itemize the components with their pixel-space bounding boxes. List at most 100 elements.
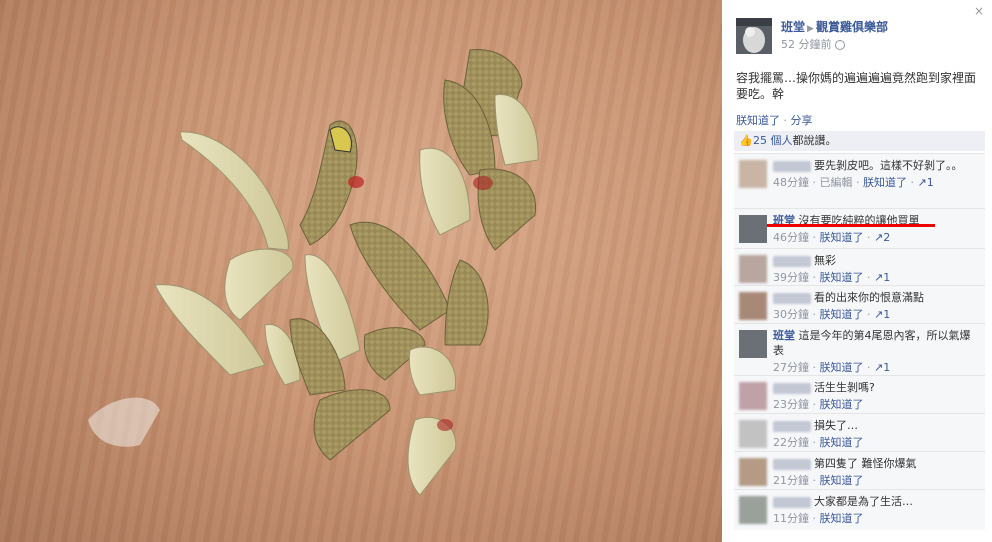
post-photo[interactable] bbox=[0, 0, 722, 542]
post-header: 班堂 ▶ 觀賞雞俱樂部 52 分鐘前 bbox=[736, 18, 976, 58]
commenter-avatar[interactable] bbox=[739, 496, 767, 524]
separator-dot: · bbox=[809, 398, 820, 411]
blurred-commenter-name[interactable] bbox=[773, 458, 811, 470]
comment-like-link[interactable]: 朕知道了 bbox=[863, 176, 907, 189]
arrow-right-icon: ▶ bbox=[807, 24, 814, 34]
separator-dot: · bbox=[863, 308, 874, 321]
likes-summary: 👍25 個人都說讚。 bbox=[734, 131, 985, 151]
comment-body: 大家都是為了生活… 11分鐘 · 朕知道了 bbox=[773, 494, 978, 526]
separator-dot: · bbox=[852, 176, 863, 189]
commenter-avatar[interactable] bbox=[739, 255, 767, 283]
comment-time[interactable]: 21分鐘 bbox=[773, 474, 809, 487]
comment-row: 要先剝皮吧。這樣不好剝了。。 48分鐘 · 已編輯 · 朕知道了 · ↗1 bbox=[734, 153, 985, 209]
commenter-avatar[interactable] bbox=[739, 160, 767, 188]
group-name[interactable]: 觀賞雞俱樂部 bbox=[816, 20, 888, 34]
comment-text: 大家都是為了生活… bbox=[814, 495, 913, 508]
like-arrow-icon[interactable]: ↗ bbox=[874, 231, 883, 244]
close-icon[interactable]: × bbox=[974, 4, 984, 18]
blurred-commenter-name[interactable] bbox=[773, 382, 811, 394]
comment-row: 大家都是為了生活… 11分鐘 · 朕知道了 bbox=[734, 489, 985, 530]
comment-like-count[interactable]: 2 bbox=[883, 231, 890, 244]
comment-row: 損失了… 22分鐘 · 朕知道了 bbox=[734, 413, 985, 452]
comment-meta: 39分鐘 · 朕知道了 · ↗1 bbox=[773, 270, 978, 285]
comment-text: 第四隻了 難怪你爆氣 bbox=[814, 457, 917, 470]
snake-pieces-illustration bbox=[88, 49, 539, 496]
comment-like-count[interactable]: 1 bbox=[883, 361, 890, 374]
comment-like-count[interactable]: 1 bbox=[883, 308, 890, 321]
author-avatar[interactable] bbox=[736, 18, 772, 54]
post-time[interactable]: 52 分鐘前 bbox=[781, 38, 832, 51]
comment-line: 大家都是為了生活… bbox=[773, 494, 978, 509]
comment-body: 活生生剝嗎? 23分鐘 · 朕知道了 bbox=[773, 380, 978, 412]
edited-label[interactable]: 已編輯 bbox=[820, 176, 853, 189]
comment-body: 損失了… 22分鐘 · 朕知道了 bbox=[773, 418, 978, 450]
comment-like-link[interactable]: 朕知道了 bbox=[820, 271, 864, 284]
share-link[interactable]: 分享 bbox=[791, 114, 813, 127]
commenter-avatar[interactable] bbox=[739, 330, 767, 358]
commenter-avatar[interactable] bbox=[739, 292, 767, 320]
comment-time[interactable]: 48分鐘 bbox=[773, 176, 809, 189]
separator-dot: · bbox=[809, 512, 820, 525]
commenter-avatar[interactable] bbox=[739, 215, 767, 243]
comment-body: 第四隻了 難怪你爆氣 21分鐘 · 朕知道了 bbox=[773, 456, 978, 488]
comment-like-link[interactable]: 朕知道了 bbox=[820, 308, 864, 321]
blurred-commenter-name[interactable] bbox=[773, 420, 811, 432]
like-arrow-icon[interactable]: ↗ bbox=[918, 176, 927, 189]
comment-meta: 48分鐘 · 已編輯 · 朕知道了 · ↗1 bbox=[773, 175, 978, 190]
comment-like-link[interactable]: 朕知道了 bbox=[820, 474, 864, 487]
comment-row: 活生生剝嗎? 23分鐘 · 朕知道了 bbox=[734, 375, 985, 414]
comment-like-link[interactable]: 朕知道了 bbox=[820, 512, 864, 525]
blurred-commenter-name[interactable] bbox=[773, 255, 811, 267]
separator-dot: · bbox=[809, 436, 820, 449]
commenter-avatar[interactable] bbox=[739, 420, 767, 448]
comment-like-link[interactable]: 朕知道了 bbox=[820, 398, 864, 411]
comment-like-count[interactable]: 1 bbox=[927, 176, 934, 189]
comment-meta: 22分鐘 · 朕知道了 bbox=[773, 435, 978, 450]
commenter-name[interactable]: 班堂 bbox=[773, 329, 795, 342]
separator-dot: · bbox=[809, 271, 820, 284]
comment-time[interactable]: 39分鐘 bbox=[773, 271, 809, 284]
comment-time[interactable]: 27分鐘 bbox=[773, 361, 809, 374]
comment-time[interactable]: 22分鐘 bbox=[773, 436, 809, 449]
separator-dot: · bbox=[809, 176, 820, 189]
comment-row: 看的出來你的恨意滿點 30分鐘 · 朕知道了 · ↗1 bbox=[734, 285, 985, 324]
comment-like-count[interactable]: 1 bbox=[883, 271, 890, 284]
comment-meta: 21分鐘 · 朕知道了 bbox=[773, 473, 978, 488]
like-arrow-icon[interactable]: ↗ bbox=[874, 361, 883, 374]
separator-dot: · bbox=[863, 361, 874, 374]
likes-suffix: 都說讚。 bbox=[792, 134, 837, 147]
comment-time[interactable]: 46分鐘 bbox=[773, 231, 809, 244]
comment-line: 活生生剝嗎? bbox=[773, 380, 978, 395]
blurred-commenter-name[interactable] bbox=[773, 496, 811, 508]
separator-dot: · bbox=[863, 271, 874, 284]
blurred-commenter-name[interactable] bbox=[773, 160, 811, 172]
like-arrow-icon[interactable]: ↗ bbox=[874, 308, 883, 321]
comment-time[interactable]: 23分鐘 bbox=[773, 398, 809, 411]
blurred-commenter-name[interactable] bbox=[773, 292, 811, 304]
comment-line: 班堂 這是今年的第4尾恩內客，所以氣爆表 bbox=[773, 328, 978, 358]
author-name[interactable]: 班堂 bbox=[781, 20, 805, 34]
likes-count[interactable]: 25 個人 bbox=[753, 134, 793, 147]
post-caption: 容我擺罵…操你媽的遍遍遍遍竟然跑到家裡面要吃。幹 bbox=[736, 71, 977, 101]
comment-like-link[interactable]: 朕知道了 bbox=[820, 361, 864, 374]
like-link[interactable]: 朕知道了 bbox=[736, 114, 780, 127]
separator-dot: · bbox=[809, 308, 820, 321]
comment-time[interactable]: 30分鐘 bbox=[773, 308, 809, 321]
comment-line: 要先剝皮吧。這樣不好剝了。。 bbox=[773, 158, 978, 173]
comment-text: 要先剝皮吧。這樣不好剝了。。 bbox=[814, 159, 963, 172]
commenter-avatar[interactable] bbox=[739, 458, 767, 486]
commenter-avatar[interactable] bbox=[739, 382, 767, 410]
comment-time[interactable]: 11分鐘 bbox=[773, 512, 809, 525]
like-arrow-icon[interactable]: ↗ bbox=[874, 271, 883, 284]
comment-meta: 11分鐘 · 朕知道了 bbox=[773, 511, 978, 526]
highlight-underline bbox=[767, 224, 935, 227]
comment-line: 第四隻了 難怪你爆氣 bbox=[773, 456, 978, 471]
separator-dot: · bbox=[809, 361, 820, 374]
comment-like-link[interactable]: 朕知道了 bbox=[820, 436, 864, 449]
comment-body: 班堂 沒有要吃純粹的讓他買單 46分鐘 · 朕知道了 · ↗2 bbox=[773, 213, 978, 245]
globe-icon bbox=[834, 40, 845, 50]
post-time-line: 52 分鐘前 bbox=[781, 36, 845, 52]
separator-dot: · bbox=[863, 231, 874, 244]
separator-dot: · bbox=[783, 114, 788, 127]
comment-like-link[interactable]: 朕知道了 bbox=[820, 231, 864, 244]
